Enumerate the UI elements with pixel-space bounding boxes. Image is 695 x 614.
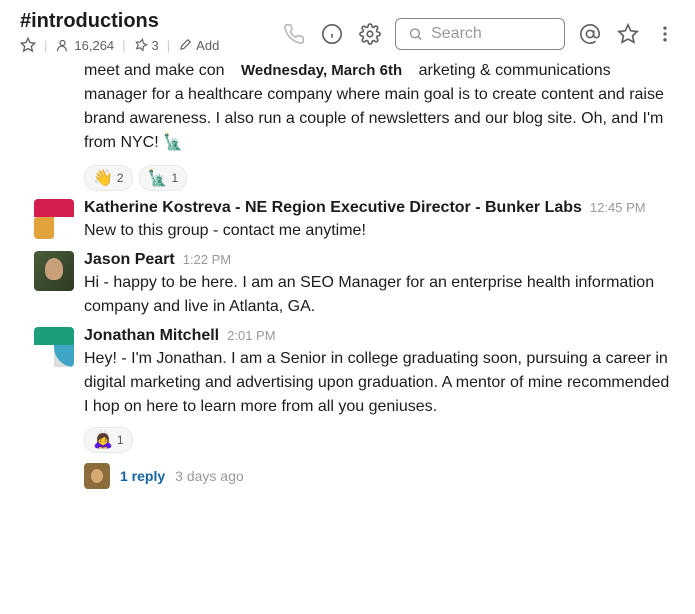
pins-count[interactable]: 3 <box>134 38 159 53</box>
avatar[interactable] <box>34 199 74 239</box>
thread-reply[interactable]: 1 reply 3 days ago <box>84 463 695 489</box>
thread-avatar <box>84 463 110 489</box>
reaction[interactable]: 🙇‍♀️ 1 <box>84 427 133 453</box>
phone-icon[interactable] <box>283 23 305 45</box>
reactions-bar: 🙇‍♀️ 1 <box>84 427 695 453</box>
message-row: Jonathan Mitchell 2:01 PM Hey! - I'm Jon… <box>0 319 695 419</box>
message-author[interactable]: Jonathan Mitchell <box>84 327 219 345</box>
search-icon <box>408 25 423 43</box>
reactions-bar: 👋 2 🗽 1 <box>84 165 695 191</box>
header-icons-right <box>579 23 675 45</box>
message-text: Hi - happy to be here. I am an SEO Manag… <box>84 271 675 319</box>
header-meta: | 16,264 | 3 | Add <box>20 37 219 53</box>
star-button-icon[interactable] <box>617 23 639 45</box>
channel-name[interactable]: #introductions <box>20 10 219 33</box>
message-row: Jason Peart 1:22 PM Hi - happy to be her… <box>0 243 695 319</box>
channel-header: #introductions | 16,264 | 3 | Add <box>0 0 695 61</box>
reaction[interactable]: 🗽 1 <box>139 165 188 191</box>
message-content: Jonathan Mitchell 2:01 PM Hey! - I'm Jon… <box>84 327 675 419</box>
avatar[interactable] <box>34 327 74 367</box>
messages-list: Katherine Kostreva - NE Region Executive… <box>0 191 695 509</box>
message-text: New to this group - contact me anytime! <box>84 219 675 243</box>
message-time: 1:22 PM <box>183 252 231 267</box>
mentions-icon[interactable] <box>579 23 601 45</box>
date-divider[interactable]: Wednesday, March 6th <box>229 60 414 83</box>
header-right <box>283 18 675 50</box>
avatar[interactable] <box>34 251 74 291</box>
message-author[interactable]: Jason Peart <box>84 251 175 269</box>
cut-message-text: meet and make con Wednesday, March 6th a… <box>84 59 675 155</box>
add-topic[interactable]: Add <box>178 38 219 53</box>
more-icon[interactable] <box>655 24 675 44</box>
reaction[interactable]: 👋 2 <box>84 165 133 191</box>
reply-time: 3 days ago <box>175 468 244 484</box>
search-field[interactable] <box>431 25 552 43</box>
star-icon[interactable] <box>20 37 36 53</box>
members-count[interactable]: 16,264 <box>55 38 114 53</box>
message-time: 12:45 PM <box>590 200 646 215</box>
info-icon[interactable] <box>321 23 343 45</box>
reply-link[interactable]: 1 reply <box>120 468 165 484</box>
message-content: Katherine Kostreva - NE Region Executive… <box>84 199 675 243</box>
message-content: Jason Peart 1:22 PM Hi - happy to be her… <box>84 251 675 319</box>
message-text: Hey! - I'm Jonathan. I am a Senior in co… <box>84 347 675 419</box>
message-author[interactable]: Katherine Kostreva - NE Region Executive… <box>84 199 582 217</box>
gear-icon[interactable] <box>359 23 381 45</box>
message-time: 2:01 PM <box>227 328 275 343</box>
message-row: Katherine Kostreva - NE Region Executive… <box>0 191 695 243</box>
search-input[interactable] <box>395 18 565 50</box>
header-left: #introductions | 16,264 | 3 | Add <box>20 10 219 53</box>
header-icons-left <box>283 23 381 45</box>
